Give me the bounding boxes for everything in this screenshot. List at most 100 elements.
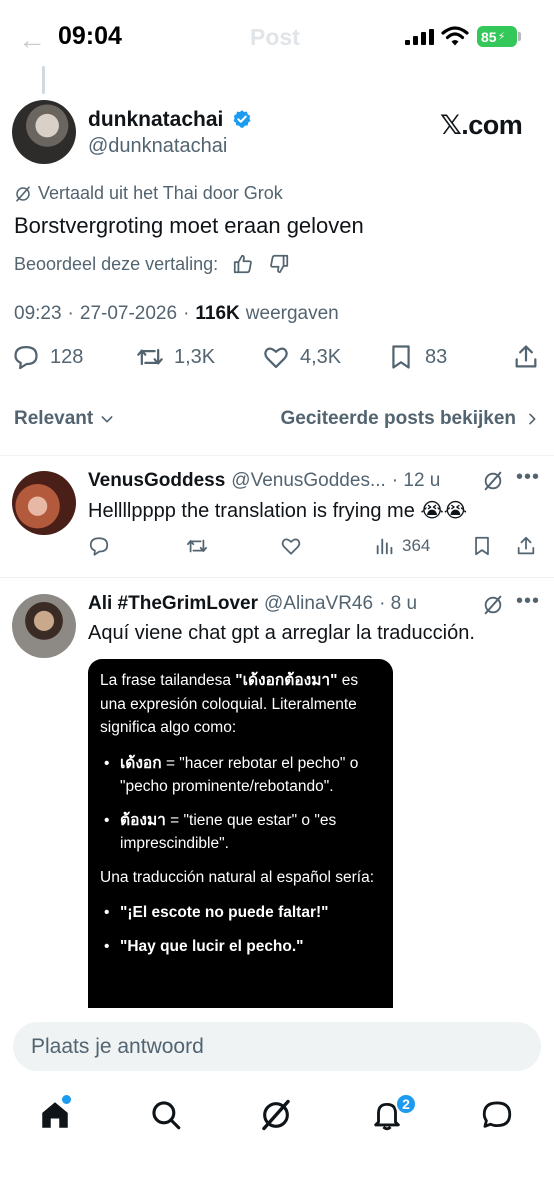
reply-text: Hellllpppp the translation is frying me … xyxy=(88,500,468,522)
heart-icon xyxy=(281,538,301,555)
sort-relevant-button[interactable]: Relevant xyxy=(14,408,115,430)
post-actions: 128 1,3K 4,3K 83 xyxy=(0,343,554,383)
views-chart-icon xyxy=(376,538,393,555)
thumbs-down-icon[interactable] xyxy=(268,253,290,275)
page-title: Post xyxy=(250,24,300,50)
bookmark-count: 83 xyxy=(425,345,448,368)
status-time: 09:04 xyxy=(58,22,122,50)
repost-icon xyxy=(186,539,208,553)
like-action[interactable]: 4,3K xyxy=(262,343,341,371)
grok-icon[interactable] xyxy=(482,594,504,616)
author-handle[interactable]: @dunknatachai xyxy=(88,135,227,158)
post-meta: 09:23 · 27-07-2026 · 116K weergaven xyxy=(14,303,339,325)
meta-separator: · xyxy=(67,303,74,324)
bookmark-action[interactable]: 83 xyxy=(387,343,447,371)
reply-icon xyxy=(14,345,38,370)
reply-views-button[interactable]: 364 xyxy=(374,535,430,557)
reply-repost-button[interactable] xyxy=(186,535,208,557)
sort-label: Relevant xyxy=(14,408,94,429)
more-options-icon[interactable]: ••• xyxy=(516,590,540,613)
image-text-bold: "Hay que lucir el pecho." xyxy=(120,937,304,955)
reply-count: 128 xyxy=(50,345,84,368)
reply-avatar[interactable] xyxy=(12,594,76,658)
reply-input[interactable]: Plaats je antwoord xyxy=(13,1022,541,1071)
bookmark-icon xyxy=(475,536,489,556)
reply-author-handle[interactable]: @AlinaVR46 xyxy=(264,593,373,615)
translation-notice: Vertaald uit het Thai door Grok xyxy=(14,183,283,204)
grok-icon xyxy=(16,185,30,202)
image-paragraph: Una traducción natural al español sería: xyxy=(100,868,374,886)
reply-bookmark-button[interactable] xyxy=(471,535,493,557)
reply-action[interactable]: 128 xyxy=(12,343,83,371)
image-text-bold: "¡El escote no puede faltar!" xyxy=(120,904,329,921)
divider xyxy=(0,455,554,456)
grok-icon[interactable] xyxy=(482,470,504,492)
image-text-bold: ต้องมา xyxy=(120,811,166,829)
reply-share-button[interactable] xyxy=(515,535,537,557)
verified-badge-icon xyxy=(233,110,251,128)
post-text: Borstvergroting moet eraan geloven xyxy=(14,213,364,238)
reply-sort-row: Relevant Geciteerde posts bekijken xyxy=(14,408,540,430)
battery-tip xyxy=(518,32,521,41)
reply-composer-bar: Plaats je antwoord xyxy=(0,1008,554,1088)
reply-icon xyxy=(89,537,109,556)
rate-translation-row: Beoordeel deze vertaling: xyxy=(14,253,290,275)
image-text-bold: เด้งอก xyxy=(120,754,162,772)
nav-messages[interactable] xyxy=(480,1098,516,1134)
battery-indicator: 85 ⚡ xyxy=(477,26,517,47)
image-text: La frase tailandesa xyxy=(100,672,236,689)
reply-like-button[interactable] xyxy=(280,535,302,557)
repost-action[interactable]: 1,3K xyxy=(136,343,215,371)
messages-icon xyxy=(482,1101,512,1128)
nav-search[interactable] xyxy=(149,1098,185,1134)
repost-icon xyxy=(137,348,163,366)
meta-separator: · xyxy=(183,303,190,324)
home-unread-dot xyxy=(62,1095,71,1104)
image-text-bold: "เด้งอกต้องมา" xyxy=(235,672,338,689)
divider xyxy=(0,577,554,578)
charging-icon: ⚡ xyxy=(497,31,506,43)
bottom-navigation: 2 xyxy=(0,1088,554,1200)
reply-author-name[interactable]: VenusGoddess xyxy=(88,470,225,492)
nav-grok[interactable] xyxy=(259,1098,295,1134)
x-com-logo: 𝕏.com xyxy=(440,110,523,140)
quote-posts-link[interactable]: Geciteerde posts bekijken xyxy=(281,408,541,430)
image-list-item: เด้งอก = "hacer rebotar el pecho" o "pec… xyxy=(100,752,381,799)
image-list-item: ต้องมา = "tiene que estar" o "es impresc… xyxy=(100,809,381,856)
like-count: 4,3K xyxy=(300,345,342,368)
reply-text: Aquí viene chat gpt a arreglar la traduc… xyxy=(88,622,475,644)
reply-author-name[interactable]: Ali #TheGrimLover xyxy=(88,593,258,615)
battery-level: 85 xyxy=(481,28,497,45)
share-action[interactable] xyxy=(512,343,540,371)
reply-time: · 12 u xyxy=(391,470,441,491)
reply-header: VenusGoddess @VenusGoddes... · 12 u xyxy=(88,470,440,492)
quote-posts-label: Geciteerde posts bekijken xyxy=(280,408,517,429)
author-avatar[interactable] xyxy=(12,100,76,164)
share-icon xyxy=(517,536,535,555)
post-time: 09:23 xyxy=(14,303,62,324)
views-label: weergaven xyxy=(245,303,339,324)
image-list-item: "¡El escote no puede faltar!" xyxy=(100,901,381,925)
views-count: 116K xyxy=(195,303,240,324)
reply-actions: 364 xyxy=(88,535,540,561)
reply-attached-image[interactable]: La frase tailandesa "เด้งอกต้องมา" es un… xyxy=(88,659,393,1009)
chevron-down-icon xyxy=(101,416,113,423)
share-icon xyxy=(515,345,537,368)
reply-avatar[interactable] xyxy=(12,471,76,535)
back-arrow-icon[interactable]: ← xyxy=(18,24,46,56)
signal-icon xyxy=(405,29,434,45)
reply-time: · 8 u xyxy=(379,593,418,614)
image-list: "¡El escote no puede faltar!" "Hay que l… xyxy=(100,901,381,958)
chevron-right-icon xyxy=(529,413,536,425)
author-name[interactable]: dunknatachai xyxy=(88,108,223,132)
reply-author-handle[interactable]: @VenusGoddes... xyxy=(231,470,386,492)
repost-count: 1,3K xyxy=(174,345,216,368)
thumbs-up-icon[interactable] xyxy=(232,253,254,275)
more-options-icon[interactable]: ••• xyxy=(516,466,540,489)
translation-label: Vertaald uit het Thai door Grok xyxy=(38,183,283,203)
reply-reply-button[interactable] xyxy=(88,535,110,557)
image-list-item: "Hay que lucir el pecho." xyxy=(100,935,381,959)
notifications-badge: 2 xyxy=(395,1093,417,1115)
image-paragraph: La frase tailandesa "เด้งอกต้องมา" es un… xyxy=(100,669,381,740)
reply-header: Ali #TheGrimLover @AlinaVR46 · 8 u xyxy=(88,593,417,615)
